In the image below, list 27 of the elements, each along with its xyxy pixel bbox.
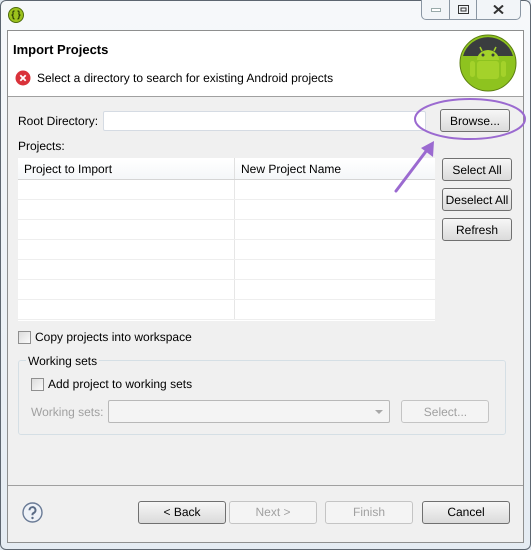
help-icon[interactable] [22,502,43,522]
checkbox-label: Add project to working sets [48,376,192,393]
dialog-title: Import Projects [13,41,110,59]
push-button[interactable]: Refresh [442,218,512,241]
checkbox[interactable] [18,330,31,344]
working-sets-combobox[interactable] [108,400,390,423]
restore-icon [458,5,468,14]
column-header[interactable]: New Project Name [235,158,435,179]
push-button[interactable]: Cancel [422,500,510,524]
working-sets-label: Working sets: [31,404,104,420]
push-button[interactable]: Browse... [440,109,510,132]
android-logo-icon [459,34,517,92]
dropdown-caret-icon [375,410,384,414]
error-icon [15,70,31,86]
push-button[interactable]: Deselect All [442,188,512,211]
checkbox-label: Copy projects into workspace [35,329,192,346]
annotation-arrow [394,141,434,192]
root-directory-label: Root Directory: [18,112,98,130]
minimize-icon [430,8,440,12]
close-icon [493,5,504,14]
status-message: Select a directory to search for existing Android projects [37,70,334,86]
root-directory-field[interactable] [103,110,426,130]
projects-label: Projects: [18,138,66,155]
push-button[interactable]: < Back [138,500,226,524]
column-header[interactable]: Project to Import [18,158,235,179]
app-icon [8,7,24,23]
push-button[interactable]: Select All [442,158,512,181]
